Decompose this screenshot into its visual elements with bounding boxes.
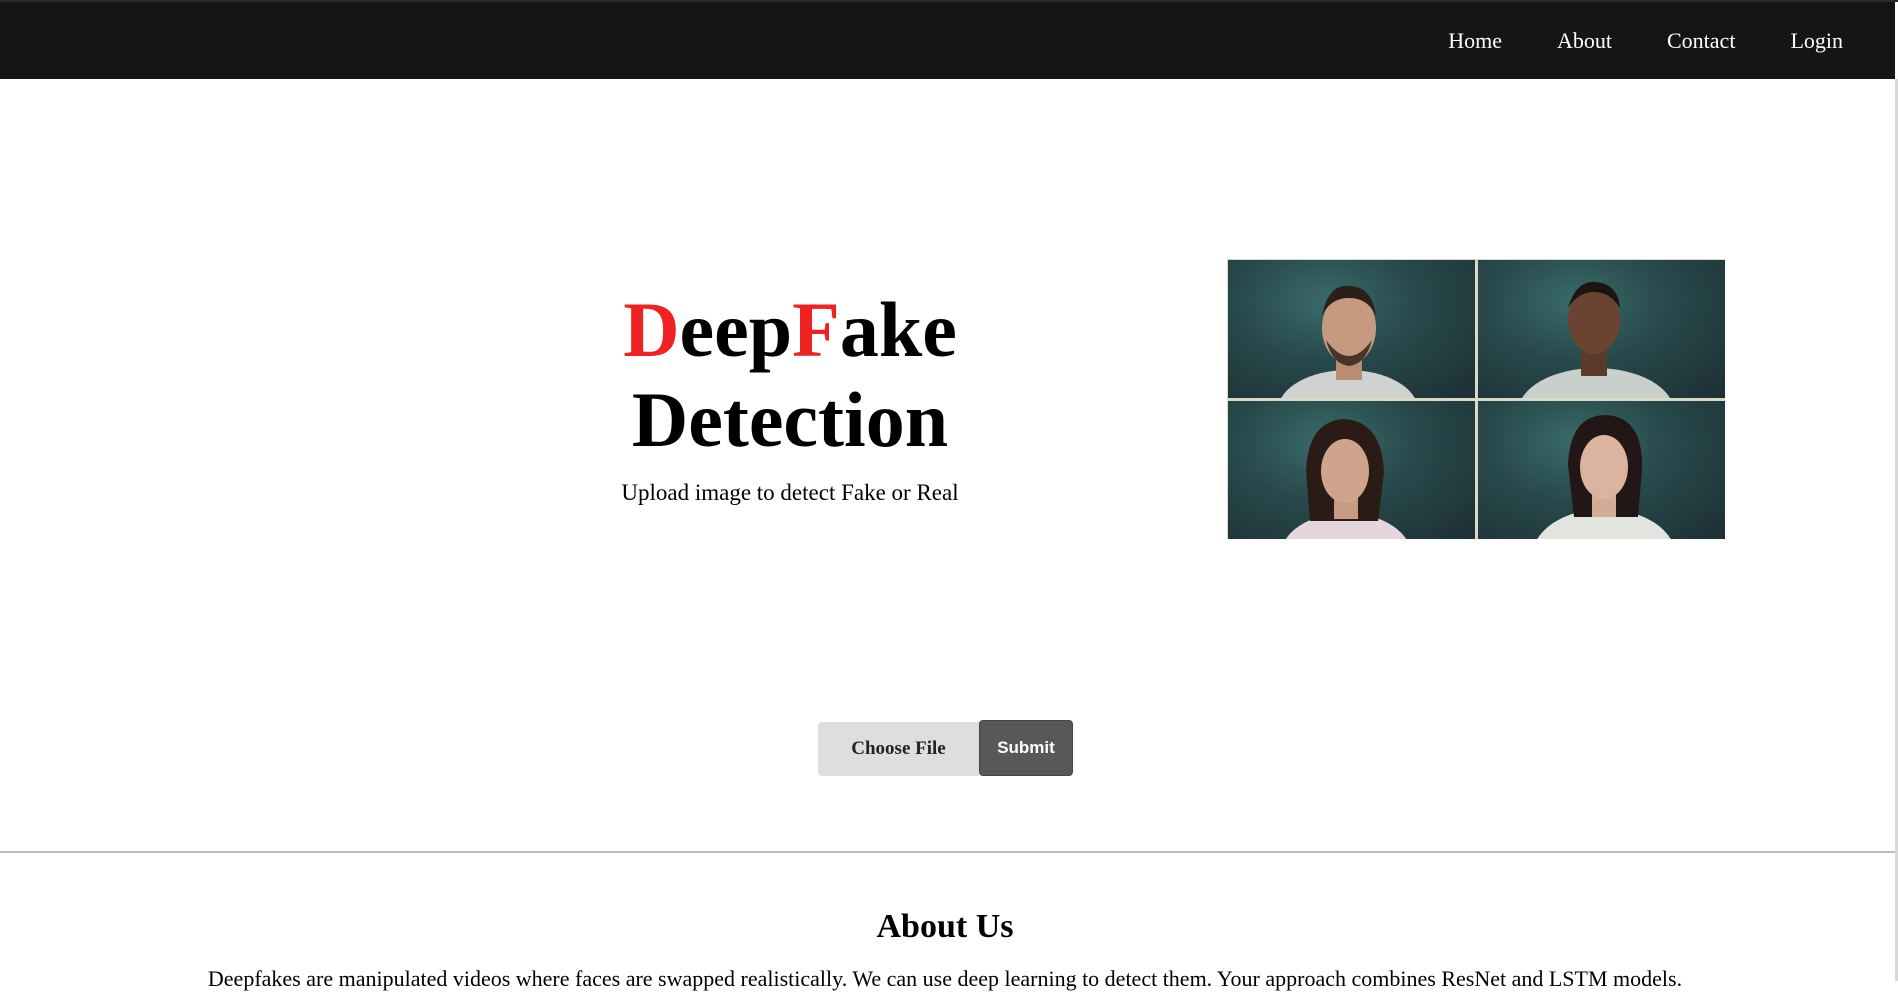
face-sample-3 [1228, 401, 1475, 539]
hero-subtitle: Upload image to detect Fake or Real [621, 480, 959, 505]
nav-link-contact[interactable]: Contact [1667, 28, 1735, 54]
title-letter-f: F [792, 286, 840, 373]
choose-file-button[interactable]: Choose File [818, 722, 979, 776]
nav-link-home[interactable]: Home [1448, 28, 1502, 54]
face-sample-2 [1478, 260, 1725, 398]
deepfake-sample-image [1227, 259, 1725, 539]
face-sample-4 [1478, 401, 1725, 539]
title-part-ake: ake [839, 286, 957, 373]
title-letter-d: D [623, 286, 680, 373]
nav-link-login[interactable]: Login [1790, 28, 1843, 54]
page-title: DeepFake Detection [590, 285, 990, 465]
nav-link-about[interactable]: About [1557, 28, 1612, 54]
face-sample-1 [1228, 260, 1475, 398]
section-divider [0, 851, 1895, 853]
title-part-eep: eep [679, 286, 793, 373]
title-line-detection: Detection [631, 376, 949, 463]
upload-form: Choose File Submit [818, 720, 1073, 776]
about-heading: About Us [876, 908, 1014, 945]
nav-links: Home About Contact Login [1448, 2, 1843, 79]
about-text: Deepfakes are manipulated videos where f… [207, 966, 1683, 991]
navbar: Home About Contact Login [0, 2, 1895, 79]
submit-button[interactable]: Submit [979, 720, 1073, 776]
